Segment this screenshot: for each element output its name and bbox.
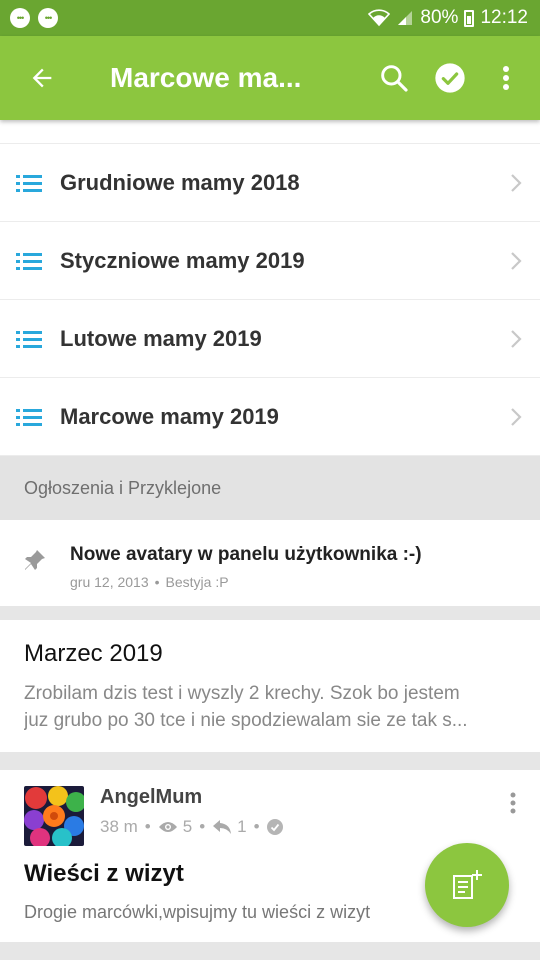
- pinned-topic-author: Bestyja :P: [165, 574, 229, 590]
- section-header: Ogłoszenia i Przyklejone: [0, 456, 540, 520]
- avatar-image: [24, 786, 84, 846]
- chevron-right-icon: [511, 173, 522, 192]
- app-bar: Marcowe ma...: [0, 36, 540, 120]
- topic-card[interactable]: Marzec 2019 Zrobilam dzis test i wyszly …: [0, 620, 540, 752]
- topic-time: 38 m: [100, 817, 138, 836]
- wifi-icon: [368, 9, 391, 27]
- subforum-label: Grudniowe mamy 2018: [60, 169, 300, 195]
- divider: [0, 942, 540, 960]
- subforum-item[interactable]: Lutowe mamy 2019: [0, 300, 540, 378]
- chat-notification-icon: [38, 8, 58, 28]
- new-topic-icon: [453, 870, 482, 899]
- overflow-menu-button[interactable]: [478, 50, 534, 106]
- pin-icon: [25, 550, 45, 570]
- topic-author[interactable]: AngelMum: [100, 786, 283, 809]
- chevron-right-icon: [511, 329, 522, 348]
- list-icon: [16, 408, 42, 426]
- check-circle-icon: [435, 63, 465, 93]
- subforum-label: Marcowe mamy 2019: [60, 403, 279, 429]
- battery-icon: [464, 9, 475, 27]
- topic-stats: 38 m • 5 • 1 •: [100, 817, 283, 837]
- search-button[interactable]: [366, 50, 422, 106]
- status-bar: 80% 12:12: [0, 0, 540, 36]
- topic-excerpt: Drogie marcówki,wpisujmy tu wieści z wiz…: [24, 902, 371, 922]
- topic-excerpt-line: Zrobilam dzis test i wyszly 2 krechy. Sz…: [24, 683, 460, 704]
- chevron-right-icon: [511, 251, 522, 270]
- topic-excerpt-line: juz grubo po 30 tce i nie spodziewalam s…: [24, 710, 468, 731]
- pinned-topic-title: Nowe avatary w panelu użytkownika :-): [70, 544, 422, 565]
- list-icon: [16, 252, 42, 270]
- divider: [0, 606, 540, 620]
- search-icon: [381, 65, 408, 92]
- mark-read-button[interactable]: [422, 50, 478, 106]
- clock: 12:12: [480, 7, 528, 28]
- subforum-item[interactable]: Grudniowe mamy 2018: [0, 144, 540, 222]
- meta-separator: •: [144, 817, 151, 836]
- pinned-topic[interactable]: Nowe avatary w panelu użytkownika :-) gr…: [0, 520, 540, 606]
- meta-separator: •: [253, 817, 260, 836]
- topic-replies: 1: [237, 817, 247, 836]
- meta-separator: •: [154, 574, 160, 590]
- pinned-topic-date: gru 12, 2013: [70, 574, 149, 590]
- chevron-right-icon: [511, 407, 522, 426]
- subforum-label: Lutowe mamy 2019: [60, 325, 262, 351]
- signal-icon: [398, 11, 413, 25]
- divider: [0, 752, 540, 770]
- topic-title: Marzec 2019: [24, 640, 163, 667]
- check-circle-icon: [266, 819, 283, 835]
- meta-separator: •: [199, 817, 206, 836]
- reply-icon: [213, 820, 232, 834]
- eye-icon: [158, 822, 177, 832]
- content: Grudniowe mamy 2018 Styczniowe mamy 2019…: [0, 120, 540, 960]
- more-vert-icon: [510, 792, 516, 814]
- subforum-item[interactable]: Marcowe mamy 2019: [0, 378, 540, 456]
- list-icon: [16, 330, 42, 348]
- more-vert-icon: [503, 66, 509, 90]
- battery-percent: 80%: [420, 7, 459, 28]
- new-topic-button[interactable]: [425, 843, 509, 927]
- page-title: Marcowe ma...: [110, 62, 302, 93]
- list-top-strip: [0, 120, 540, 144]
- back-button[interactable]: [14, 50, 70, 106]
- arrow-left-icon: [32, 68, 52, 88]
- topic-menu-button[interactable]: [510, 792, 516, 819]
- avatar[interactable]: [24, 786, 84, 846]
- subforum-item[interactable]: Styczniowe mamy 2019: [0, 222, 540, 300]
- topic-views: 5: [182, 817, 193, 836]
- pinned-topic-meta: gru 12, 2013 • Bestyja :P: [70, 574, 422, 590]
- chat-notification-icon: [10, 8, 30, 28]
- list-icon: [16, 174, 42, 192]
- subforum-label: Styczniowe mamy 2019: [60, 247, 305, 273]
- subforum-list: Grudniowe mamy 2018 Styczniowe mamy 2019…: [0, 144, 540, 456]
